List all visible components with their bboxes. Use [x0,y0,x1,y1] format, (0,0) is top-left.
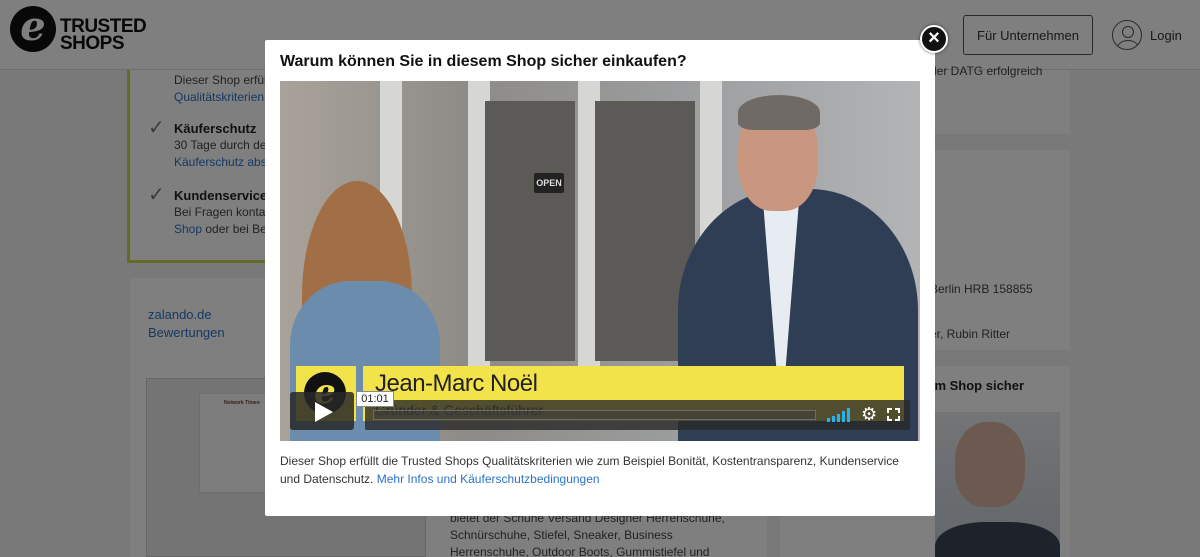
play-button[interactable] [290,392,354,430]
video-player[interactable]: OPEN e Jean-Marc Noël Gründer & Geschäft… [280,81,920,441]
more-info-link[interactable]: Mehr Infos und Käuferschutzbedingungen [377,472,600,486]
speaker-name: Jean-Marc Noël [375,370,538,397]
open-sign: OPEN [534,173,564,193]
modal-title: Warum können Sie in diesem Shop sicher e… [280,53,687,70]
modal-description: Dieser Shop erfüllt die Trusted Shops Qu… [280,454,899,486]
close-icon[interactable]: × [920,25,948,53]
video-control-bar: ⚙ [365,400,910,430]
gear-icon[interactable]: ⚙ [861,404,877,424]
time-tooltip: 01:01 [356,391,394,407]
video-progress-bar[interactable] [373,410,816,420]
play-icon [315,402,333,422]
fullscreen-icon[interactable] [887,408,900,421]
volume-icon[interactable] [827,408,853,422]
video-modal: Warum können Sie in diesem Shop sicher e… [265,40,935,516]
